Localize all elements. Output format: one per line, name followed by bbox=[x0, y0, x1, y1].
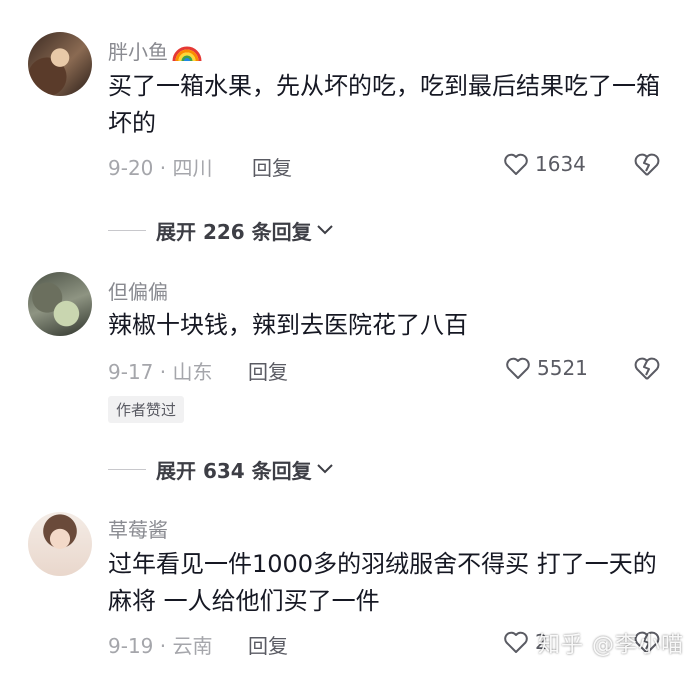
dislike-icon[interactable] bbox=[633, 152, 661, 178]
expand-replies[interactable]: 展开 226 条回复 bbox=[108, 216, 334, 245]
comment-meta: 9-19 · 云南 bbox=[108, 634, 213, 658]
divider-line bbox=[108, 230, 146, 231]
comment-text: 买了一箱水果，先从坏的吃，吃到最后结果吃了一箱坏的 bbox=[108, 72, 660, 137]
comment-meta: 9-17 · 山东 bbox=[108, 360, 213, 384]
watermark: 知乎 @李小喵 bbox=[538, 633, 684, 658]
divider-line bbox=[108, 469, 146, 470]
avatar[interactable] bbox=[28, 512, 92, 576]
heart-icon bbox=[503, 630, 529, 654]
like-count: 5521 bbox=[537, 356, 588, 380]
chevron-down-icon bbox=[316, 460, 334, 479]
dislike-icon[interactable] bbox=[633, 356, 661, 382]
like-button[interactable]: 5521 bbox=[505, 356, 588, 380]
username[interactable]: 但偏偏 bbox=[108, 276, 168, 305]
comment-text: 辣椒十块钱，辣到去医院花了八百 bbox=[108, 311, 468, 339]
comment-text: 过年看见一件1000多的羽绒服舍不得买 打了一天的麻将 一人给他们买了一件 bbox=[108, 550, 657, 615]
like-button[interactable]: 1634 bbox=[503, 152, 586, 176]
rainbow-icon bbox=[172, 40, 202, 62]
reply-button[interactable]: 回复 bbox=[248, 356, 288, 385]
heart-icon bbox=[503, 152, 529, 176]
reply-button[interactable]: 回复 bbox=[252, 152, 292, 181]
username[interactable]: 草莓酱 bbox=[108, 514, 168, 543]
comment-list: 胖小鱼 买了一箱水果，先从坏的吃，吃到最后结果吃了一箱坏的 9-20 · 四川 … bbox=[0, 0, 690, 675]
avatar[interactable] bbox=[28, 32, 92, 96]
heart-icon bbox=[505, 356, 531, 380]
chevron-down-icon bbox=[316, 221, 334, 240]
expand-replies[interactable]: 展开 634 条回复 bbox=[108, 455, 334, 484]
username[interactable]: 胖小鱼 bbox=[108, 36, 202, 65]
reply-button[interactable]: 回复 bbox=[248, 630, 288, 659]
comment-meta: 9-20 · 四川 bbox=[108, 156, 213, 180]
avatar[interactable] bbox=[28, 272, 92, 336]
like-count: 1634 bbox=[535, 152, 586, 176]
author-liked-badge: 作者赞过 bbox=[108, 396, 185, 423]
